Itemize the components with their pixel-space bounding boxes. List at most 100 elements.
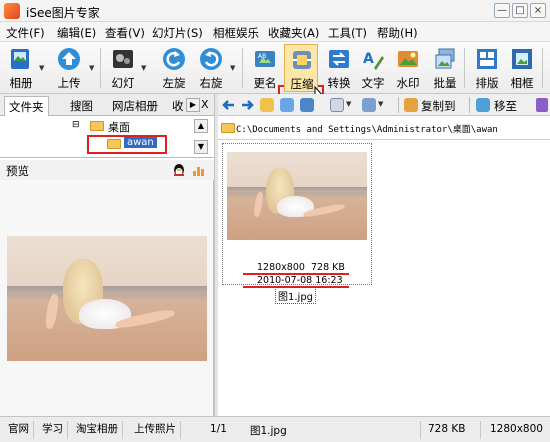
- rotate-left-button[interactable]: 左旋: [157, 44, 191, 92]
- menu-frame-fun[interactable]: 相框娱乐: [213, 25, 259, 41]
- folder-icon: [90, 121, 104, 131]
- upload-arrow-icon: [58, 48, 80, 70]
- tree-item-awan[interactable]: awan: [124, 137, 157, 148]
- preview-image: [7, 236, 207, 361]
- frame-icon: [512, 49, 532, 69]
- filter-icon[interactable]: [300, 98, 314, 112]
- tree-item-desktop[interactable]: 桌面: [108, 119, 130, 135]
- rotate-left-icon: [163, 48, 185, 70]
- menu-favorites[interactable]: 收藏夹(A): [268, 25, 319, 41]
- upload-button[interactable]: 上传: [52, 44, 86, 92]
- tab-folders[interactable]: 文件夹: [4, 96, 49, 116]
- menu-edit[interactable]: 编辑(E): [57, 25, 96, 41]
- toolbar-separator: [542, 48, 543, 88]
- folder-icon: [221, 123, 235, 133]
- thumbnail-card[interactable]: 1280x800 728 KB 2010-07-08 16:23: [222, 143, 372, 288]
- svg-text:AB: AB: [258, 53, 266, 60]
- slideshow-dropdown-arrow[interactable]: ▼: [141, 64, 148, 74]
- menu-slideshow[interactable]: 幻灯片(S): [152, 25, 203, 41]
- status-link-learn[interactable]: 学习: [38, 421, 68, 439]
- move-to-button[interactable]: 移至: [494, 98, 517, 114]
- album-icon: [11, 49, 29, 69]
- forward-arrow-icon[interactable]: [240, 98, 254, 112]
- tree-scroll-up[interactable]: ▲: [194, 119, 208, 133]
- close-panel-button[interactable]: X: [201, 98, 209, 111]
- window-title: iSee图片专家: [26, 6, 100, 20]
- layout-icon: [477, 49, 497, 69]
- batch-button[interactable]: 批量: [428, 44, 462, 92]
- tab-scroll-right[interactable]: ▶: [186, 98, 200, 112]
- rotate-right-button[interactable]: 右旋: [194, 44, 228, 92]
- compress-icon: [293, 51, 311, 69]
- film-reel-icon: [113, 50, 133, 68]
- rename-icon: AB: [255, 51, 275, 67]
- more-tools-icon[interactable]: [536, 98, 548, 112]
- status-link-taobao-album[interactable]: 淘宝相册: [72, 421, 123, 439]
- thumbnail-date: 2010-07-08 16:23: [257, 275, 343, 286]
- thumbnail-filesize: 728 KB: [311, 262, 345, 273]
- status-bar: 官网 学习 淘宝相册 上传照片 1/1 图1.jpg 728 KB 1280x8…: [0, 416, 550, 442]
- tab-favorites[interactable]: 收: [168, 96, 188, 116]
- refresh-icon[interactable]: [280, 98, 294, 112]
- thumbnail-area: 1280x800 728 KB 2010-07-08 16:23 图1.jpg: [218, 140, 550, 416]
- menu-view[interactable]: 查看(V): [105, 25, 145, 41]
- title-bar: iSee图片专家 — □ ×: [0, 0, 550, 22]
- toolbar-separator: [398, 97, 399, 113]
- menu-help[interactable]: 帮助(H): [377, 25, 418, 41]
- thumbnail-filename[interactable]: 图1.jpg: [275, 287, 317, 304]
- status-divider: [420, 421, 421, 439]
- tab-search-image[interactable]: 搜图: [66, 96, 97, 116]
- sort-dropdown[interactable]: ▼: [378, 100, 385, 110]
- tab-shop-album[interactable]: 网店相册: [108, 96, 162, 116]
- sort-icon[interactable]: [362, 98, 376, 112]
- menu-tools[interactable]: 工具(T): [328, 25, 367, 41]
- close-button[interactable]: ×: [530, 3, 546, 18]
- svg-text:A: A: [363, 51, 374, 67]
- view-mode-icon[interactable]: [330, 98, 344, 112]
- browser-toolbar: ▼ ▼ 复制到 移至: [218, 94, 550, 116]
- status-link-upload-photo[interactable]: 上传照片: [130, 421, 181, 439]
- rename-button[interactable]: AB 更名: [248, 44, 282, 92]
- status-page-count: 1/1: [210, 423, 227, 435]
- watermark-button[interactable]: 水印: [391, 44, 425, 92]
- folder-icon: [107, 139, 121, 149]
- folder-up-icon[interactable]: [260, 98, 274, 112]
- tree-collapse-icon[interactable]: ⊟: [72, 120, 80, 130]
- folder-tree: ⊟ 桌面 awan ▲ ▼: [0, 116, 214, 158]
- batch-icon: [435, 48, 455, 69]
- watermark-icon: [398, 51, 418, 67]
- address-path: C:\Documents and Settings\Administrator\…: [236, 125, 498, 135]
- maximize-button[interactable]: □: [512, 3, 528, 18]
- slideshow-button[interactable]: 幻灯: [106, 44, 140, 92]
- status-filename: 图1.jpg: [250, 425, 287, 437]
- histogram-icon[interactable]: [192, 163, 206, 177]
- view-mode-dropdown[interactable]: ▼: [346, 100, 353, 110]
- album-button[interactable]: 相册: [4, 44, 38, 92]
- rotate-dropdown-arrow[interactable]: ▼: [230, 64, 237, 74]
- tree-scroll-down[interactable]: ▼: [194, 140, 208, 154]
- toolbar-separator: [469, 97, 470, 113]
- album-dropdown-arrow[interactable]: ▼: [39, 64, 46, 74]
- upload-dropdown-arrow[interactable]: ▼: [89, 64, 96, 74]
- convert-icon: [329, 50, 349, 68]
- qq-penguin-icon[interactable]: [172, 163, 186, 177]
- menu-file[interactable]: 文件(F): [6, 25, 45, 41]
- text-icon: A: [363, 51, 384, 70]
- thumbnail-image: [227, 152, 367, 240]
- compress-button[interactable]: 压缩: [284, 44, 318, 92]
- address-bar[interactable]: C:\Documents and Settings\Administrator\…: [218, 116, 550, 140]
- status-divider: [480, 421, 481, 439]
- frame-button[interactable]: 相框: [505, 44, 539, 92]
- status-link-official-site[interactable]: 官网: [4, 421, 34, 439]
- thumbnail-dimensions: 1280x800: [257, 262, 305, 273]
- preview-header: 预览: [0, 160, 214, 180]
- copy-to-button[interactable]: 复制到: [421, 98, 456, 114]
- menu-bar: 文件(F) 编辑(E) 查看(V) 幻灯片(S) 相框娱乐 收藏夹(A) 工具(…: [0, 22, 550, 42]
- left-panel-tabs: 文件夹 搜图 网店相册 收 ▶ X: [0, 94, 214, 116]
- minimize-button[interactable]: —: [494, 3, 510, 18]
- rotate-right-icon: [200, 48, 222, 70]
- main-toolbar: 相册 ▼ 上传 ▼ 幻灯 ▼ 左旋 右旋 ▼ AB 更名 压缩 转换 A 文字 …: [0, 42, 550, 135]
- status-filesize: 728 KB: [428, 423, 466, 435]
- back-arrow-icon[interactable]: [222, 98, 236, 112]
- copy-to-icon: [404, 98, 418, 112]
